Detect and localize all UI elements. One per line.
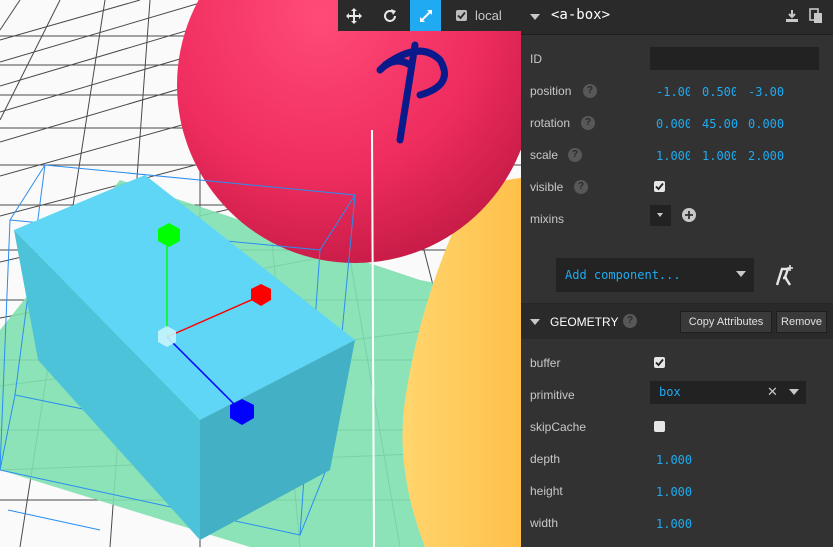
position-label: position	[530, 84, 572, 98]
local-label: local	[475, 8, 502, 23]
scene-canvas[interactable]	[0, 0, 521, 547]
rotation-label: rotation	[530, 116, 571, 130]
move-tool-button[interactable]	[338, 0, 369, 31]
width-label: width	[530, 516, 559, 530]
geometry-header: GEOMETRY ? Copy Attributes Remove	[521, 304, 833, 339]
id-input[interactable]	[650, 47, 819, 70]
download-icon[interactable]	[784, 8, 800, 24]
collapse-caret-icon[interactable]	[530, 319, 540, 325]
scale-x-input[interactable]: 1.000	[656, 149, 690, 163]
chevron-down-icon	[736, 271, 746, 277]
scale-y-input[interactable]: 1.000	[702, 149, 736, 163]
move-icon	[345, 7, 362, 24]
rotation-x-input[interactable]: 0.000	[656, 117, 690, 131]
skipcache-label: skipCache	[530, 420, 587, 434]
scale-label: scale	[530, 148, 559, 162]
copy-attributes-button[interactable]: Copy Attributes	[680, 311, 772, 333]
help-icon[interactable]: ?	[574, 180, 588, 194]
scale-row: scale ? 1.000 1.000 2.000	[521, 140, 833, 170]
width-row: width 1.000	[521, 508, 833, 538]
scale-z-input[interactable]: 2.000	[748, 149, 784, 163]
remove-button[interactable]: Remove	[776, 311, 827, 333]
position-row: position ? -1.000 0.500 -3.000	[521, 76, 833, 106]
buffer-checkbox[interactable]	[654, 357, 665, 368]
height-label: height	[530, 484, 563, 498]
buffer-label: buffer	[530, 356, 561, 370]
chevron-down-icon	[789, 389, 799, 395]
mixins-select[interactable]	[650, 205, 671, 226]
depth-row: depth 1.000	[521, 444, 833, 474]
height-input[interactable]: 1.000	[656, 485, 692, 499]
inspector-panel: <a-box> ID position ? -1.000 0.500 -3.00…	[521, 0, 833, 547]
add-component-select[interactable]: Add component...	[556, 258, 754, 292]
rotation-y-input[interactable]: 45.000	[702, 117, 738, 131]
add-mixin-button[interactable]	[682, 208, 696, 222]
scale-tool-button[interactable]	[410, 0, 441, 31]
buffer-row: buffer	[521, 348, 833, 378]
primitive-label: primitive	[530, 388, 575, 402]
visible-label: visible	[530, 180, 564, 194]
depth-input[interactable]: 1.000	[656, 453, 692, 467]
depth-label: depth	[530, 452, 561, 466]
help-icon[interactable]: ?	[623, 314, 637, 328]
primitive-value: box	[659, 385, 681, 399]
plus-icon	[685, 211, 693, 219]
mixins-row: mixins	[521, 204, 833, 234]
rotate-icon	[383, 8, 396, 22]
help-icon[interactable]: ?	[583, 84, 597, 98]
geometry-title: GEOMETRY	[550, 315, 619, 329]
rotation-row: rotation ? 0.000 45.000 0.000	[521, 108, 833, 138]
check-icon	[655, 358, 664, 367]
transform-toolbar: local	[338, 0, 521, 31]
id-label: ID	[530, 52, 542, 66]
check-icon	[655, 182, 664, 191]
primitive-select[interactable]: box ✕	[650, 381, 806, 404]
check-icon	[457, 11, 466, 20]
entity-header: <a-box>	[521, 0, 833, 35]
rotate-tool-button[interactable]	[374, 0, 405, 31]
entity-title: <a-box>	[551, 7, 611, 23]
rotation-z-input[interactable]: 0.000	[748, 117, 784, 131]
skipcache-row: skipCache	[521, 412, 833, 442]
visible-checkbox[interactable]	[654, 181, 665, 192]
add-component-label: Add component...	[565, 268, 681, 282]
skipcache-checkbox[interactable]	[654, 421, 665, 432]
mixins-label: mixins	[530, 212, 565, 226]
copy-icon[interactable]	[808, 8, 824, 24]
aframe-registry-icon[interactable]	[773, 265, 795, 287]
collapse-caret-icon[interactable]	[530, 14, 540, 20]
visible-row: visible ?	[521, 172, 833, 202]
position-y-input[interactable]: 0.500	[702, 85, 736, 99]
help-icon[interactable]: ?	[568, 148, 582, 162]
position-z-input[interactable]: -3.000	[748, 85, 784, 99]
position-x-input[interactable]: -1.000	[656, 85, 690, 99]
scene-viewport[interactable]: local	[0, 0, 521, 547]
scale-icon	[419, 9, 432, 22]
width-input[interactable]: 1.000	[656, 517, 692, 531]
local-toggle[interactable]: local	[456, 0, 502, 31]
height-row: height 1.000	[521, 476, 833, 506]
local-checkbox[interactable]	[456, 10, 467, 21]
chevron-down-icon	[657, 213, 663, 217]
help-icon[interactable]: ?	[581, 116, 595, 130]
clear-icon[interactable]: ✕	[767, 384, 778, 400]
